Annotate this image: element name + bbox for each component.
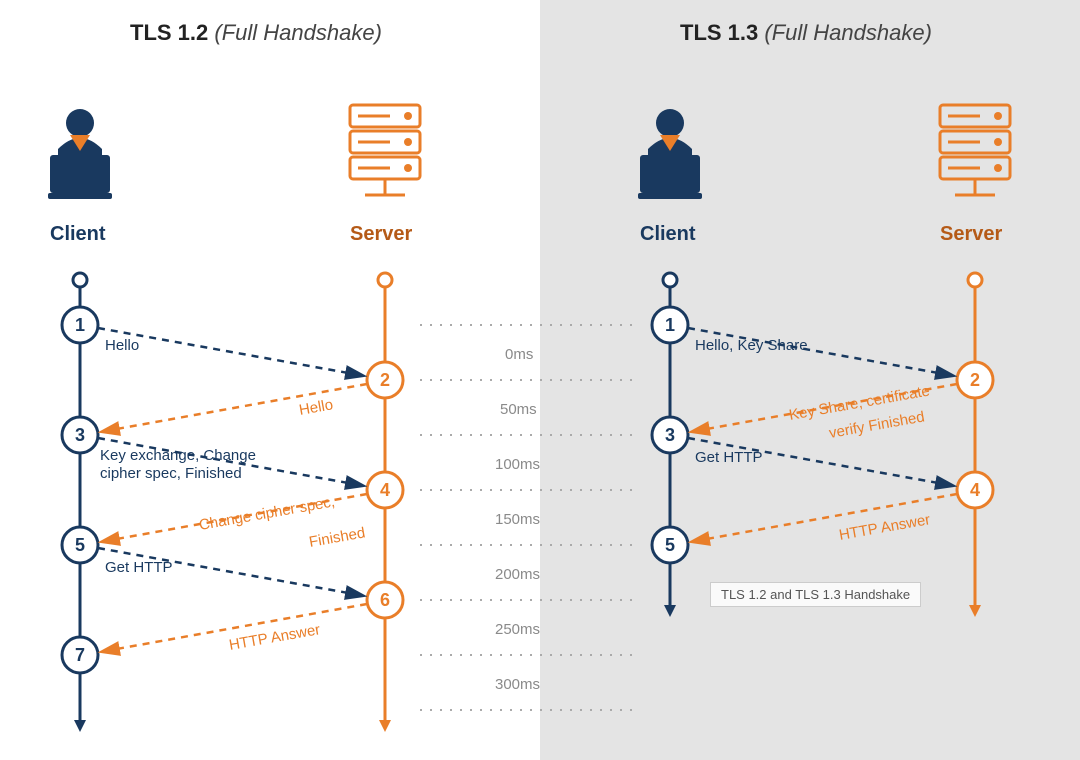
server-icon [350,105,420,195]
right-msg-4: HTTP Answer [838,511,932,544]
client-icon [48,109,112,199]
right-step-3: 3 [665,425,675,445]
right-msg-3: Get HTTP [695,449,763,466]
left-step-6: 6 [380,590,390,610]
time-50: 50ms [500,401,537,418]
diagram-svg: 0ms 50ms 100ms 150ms 200ms 250ms 300ms 1… [0,0,1080,760]
left-msg-3a: Key exchange, Change [100,447,256,464]
left-step-2: 2 [380,370,390,390]
left-step-5: 5 [75,535,85,555]
right-server-lifeline [968,273,982,617]
right-step-2: 2 [970,370,980,390]
left-msg-4b: Finished [308,524,367,551]
left-step-7: 7 [75,645,85,665]
time-250: 250ms [495,621,540,638]
time-0: 0ms [505,346,533,363]
left-msg-3b: cipher spec, Finished [100,465,242,482]
left-msg-1: Hello [105,337,139,354]
time-200: 200ms [495,566,540,583]
right-msg-1: Hello, Key Share [695,337,808,354]
left-step-4: 4 [380,480,390,500]
client-icon [638,109,702,199]
right-step-1: 1 [665,315,675,335]
left-msg-4a: Change cipher spec, [198,493,336,534]
time-300: 300ms [495,676,540,693]
caption-tooltip: TLS 1.2 and TLS 1.3 Handshake [710,582,921,607]
time-150: 150ms [495,511,540,528]
left-step-3: 3 [75,425,85,445]
right-step-5: 5 [665,535,675,555]
time-100: 100ms [495,456,540,473]
server-icon [940,105,1010,195]
right-step-4: 4 [970,480,980,500]
left-msg-6: HTTP Answer [228,621,322,654]
left-msg-2: Hello [298,396,335,419]
left-msg-5: Get HTTP [105,559,173,576]
left-step-1: 1 [75,315,85,335]
